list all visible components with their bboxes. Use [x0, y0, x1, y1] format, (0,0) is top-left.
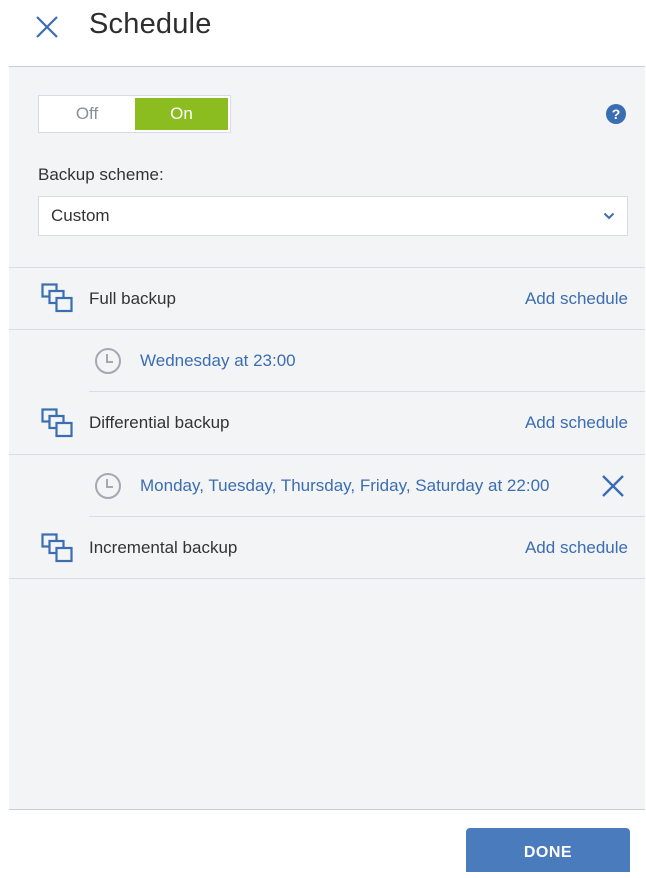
close-icon[interactable] [34, 14, 60, 40]
header: Schedule [0, 0, 646, 67]
toggle-on-option[interactable]: On [135, 98, 228, 130]
full-backup-add-schedule-link[interactable]: Add schedule [525, 289, 628, 309]
toggle-off-option[interactable]: Off [39, 96, 135, 132]
schedule-panel: Off On ? Backup scheme: Custom Full back… [9, 66, 645, 810]
backup-scheme-label: Backup scheme: [38, 165, 164, 184]
divider [89, 516, 645, 517]
page-title: Schedule [89, 8, 212, 40]
full-backup-schedule[interactable]: Wednesday at 23:00 [140, 351, 296, 371]
done-button[interactable]: DONE [466, 828, 630, 872]
incremental-backup-add-schedule-link[interactable]: Add schedule [525, 538, 628, 558]
remove-schedule-icon[interactable] [601, 474, 625, 498]
backup-icon [41, 283, 73, 313]
incremental-backup-title: Incremental backup [89, 538, 238, 557]
schedule-toggle[interactable]: Off On [38, 95, 231, 133]
backup-scheme-select[interactable]: Custom [38, 196, 628, 236]
differential-backup-schedule[interactable]: Monday, Tuesday, Thursday, Friday, Satur… [140, 476, 549, 496]
clock-icon [95, 473, 121, 499]
clock-icon [95, 348, 121, 374]
divider [9, 454, 645, 455]
help-icon[interactable]: ? [606, 104, 626, 124]
full-backup-title: Full backup [89, 289, 176, 308]
divider [89, 391, 645, 392]
chevron-down-icon [603, 212, 615, 220]
differential-backup-add-schedule-link[interactable]: Add schedule [525, 413, 628, 433]
backup-icon [41, 533, 73, 563]
divider [9, 329, 645, 330]
differential-backup-title: Differential backup [89, 413, 230, 432]
backup-scheme-value: Custom [51, 206, 110, 225]
divider [9, 578, 645, 579]
divider [9, 267, 645, 268]
backup-icon [41, 408, 73, 438]
